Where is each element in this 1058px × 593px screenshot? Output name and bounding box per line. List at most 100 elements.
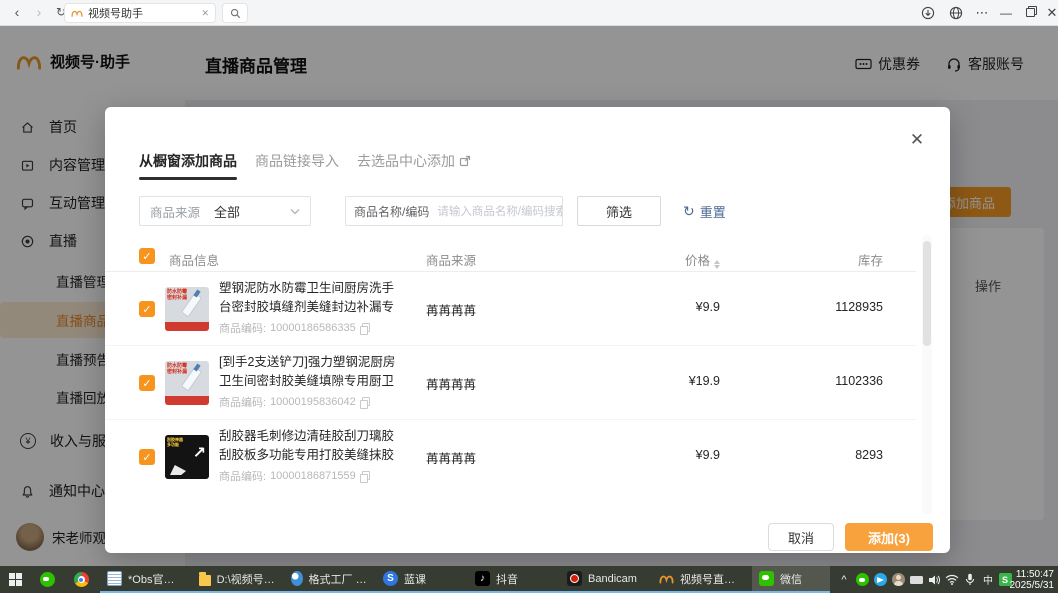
format-factory-icon [291,571,303,586]
download-icon[interactable] [916,0,940,25]
modal-close-icon[interactable]: ✕ [906,129,928,151]
copy-icon[interactable] [360,471,369,481]
search-input-label: 商品名称/编码 [346,203,429,220]
taskbar-pin-chrome[interactable] [66,566,96,593]
product-stock: 1128935 [795,300,883,314]
back-icon[interactable]: ‹ [6,1,28,23]
tab-import-by-link[interactable]: 商品链接导入 [255,151,339,171]
product-image-scraper: 刮胶神器 多功能 ↗ [165,435,209,479]
product-price: ¥9.9 [645,300,720,314]
tab-goto-selection-center[interactable]: 去选品中心添加 [357,151,471,171]
product-image-sealant: 防水防霉 密封补漏 [165,361,209,405]
tab-close-icon[interactable]: ✕ [201,8,209,19]
new-tab-search-button[interactable] [222,3,248,23]
tray-account-avatar-icon[interactable] [890,572,906,587]
product-source: 苒苒苒苒 [426,448,476,467]
product-source: 苒苒苒苒 [426,300,476,319]
taskbar-app-wechat-active[interactable]: 微信 [752,566,830,593]
clock-date: 2025/5/31 [1010,580,1055,591]
row-checkbox[interactable]: ✓ [139,301,155,317]
taskbar-app-folder[interactable]: D:\视频号直播... [192,566,284,593]
taskbar-app-lanke[interactable]: S 蓝课 [376,566,468,593]
tray-expand-chevron-icon[interactable]: ^ [836,572,852,587]
close-window-button[interactable]: ✕ [1040,0,1058,25]
col-info: 商品信息 [169,250,219,269]
tray-speaker-icon[interactable] [926,572,942,587]
price-sort-icon[interactable] [714,260,720,269]
restore-button[interactable] [1018,0,1042,25]
tray-telegram-icon[interactable] [872,572,888,587]
modal-scrollbar-thumb[interactable] [923,241,931,346]
folder-icon [199,575,211,586]
tray-ime-indicator[interactable]: 中 [980,572,996,587]
clock-time: 11:50:47 [1010,569,1055,580]
refresh-icon: ↻ [683,203,695,220]
copy-icon[interactable] [360,397,369,407]
tray-microphone-icon[interactable] [962,572,978,587]
bandicam-icon [567,571,582,586]
windows-taskbar: *Obs官网电脑... D:\视频号直播... 格式工厂 X64 ... S 蓝… [0,566,1058,593]
product-code: 商品编码: 10000195836042 [219,394,369,410]
add-product-modal: ✕ 从橱窗添加商品 商品链接导入 去选品中心添加 商品来源 全部 商品名称/编码… [105,107,950,553]
start-button[interactable] [0,566,30,593]
taskbar-app-format-factory[interactable]: 格式工厂 X64 ... [284,566,376,593]
douyin-note-icon: ♪ [475,571,490,586]
search-icon [230,8,241,19]
tab-add-from-showcase[interactable]: 从橱窗添加商品 [139,151,237,171]
product-image-sealant: 防水防霉 密封补漏 [165,287,209,331]
search-input-placeholder: 请输入商品名称/编码搜索 [437,203,562,219]
row-checkbox[interactable]: ✓ [139,449,155,465]
select-all-checkbox[interactable]: ✓ [139,248,155,264]
tray-clock[interactable]: 11:50:47 2025/5/31 [1010,569,1055,591]
taskbar-app-bandicam[interactable]: Bandicam [560,566,652,593]
browser-menu-icon[interactable]: ⋯ [970,0,994,25]
source-select-label: 商品来源 [140,202,200,221]
modal-scrollbar-track[interactable] [922,235,932,515]
active-tab-underline [139,177,237,180]
channels-favicon [71,7,83,19]
source-select-value: 全部 [214,202,240,221]
tab-title: 视频号助手 [88,5,201,21]
product-price: ¥9.9 [645,448,720,462]
channels-live-icon [659,571,674,586]
chrome-icon [74,572,89,587]
tray-wechat-icon[interactable] [854,572,870,587]
source-select[interactable]: 商品来源 全部 [139,196,311,226]
browser-tab[interactable]: 视频号助手 ✕ [64,3,216,23]
taskbar-app-channels-live[interactable]: 视频号直播伴侣 [652,566,752,593]
row-checkbox[interactable]: ✓ [139,375,155,391]
product-code: 商品编码: 10000186586335 [219,320,369,336]
product-name: 塑钢泥防水防霉卫生间厨房洗手台密封胶填缝剂美缝封边补漏专用胶150ml... [219,279,401,317]
forward-icon[interactable]: › [28,1,50,23]
notepad-icon [107,571,122,586]
product-stock: 8293 [795,448,883,462]
col-source: 商品来源 [426,250,476,269]
minimize-button[interactable]: — [994,0,1018,25]
copy-icon[interactable] [360,323,369,333]
taskbar-app-obs-notes[interactable]: *Obs官网电脑... [100,566,192,593]
product-name: 刮胶器毛刺修边清硅胶刮刀璃胶刮胶板多功能专用打胶美缝抹胶神器 [219,427,401,465]
product-price: ¥19.9 [645,374,720,388]
col-price[interactable]: 价格 [645,250,720,269]
external-link-icon [459,155,471,167]
taskbar-app-douyin[interactable]: ♪ 抖音 [468,566,560,593]
product-row[interactable]: ✓ 防水防霉 密封补漏 [到手2支送铲刀]强力塑钢泥厨房卫生间密封胶美缝填隙专用… [105,346,916,420]
cancel-button[interactable]: 取消 [768,523,834,551]
product-row[interactable]: ✓ 防水防霉 密封补漏 塑钢泥防水防霉卫生间厨房洗手台密封胶填缝剂美缝封边补漏专… [105,272,916,346]
search-input[interactable]: 商品名称/编码 请输入商品名称/编码搜索 [345,196,563,226]
product-row[interactable]: ✓ 刮胶神器 多功能 ↗ 刮胶器毛刺修边清硅胶刮刀璃胶刮胶板多功能专用打胶美缝抹… [105,420,916,494]
tray-device-icon[interactable] [908,572,924,587]
reset-button[interactable]: ↻ 重置 [683,202,726,221]
wechat-icon [40,572,55,587]
product-name: [到手2支送铲刀]强力塑钢泥厨房卫生间密封胶美缝填隙专用厨卫密封胶150M... [219,353,401,391]
windows-logo-icon [9,573,22,586]
globe-icon[interactable] [944,0,968,25]
filter-button[interactable]: 筛选 [577,196,661,226]
browser-titlebar: ‹ › ↻ 视频号助手 ✕ ⋯ — ✕ [0,0,1058,26]
screen: ‹ › ↻ 视频号助手 ✕ ⋯ — ✕ 视频号·助手 直播商品管理 优惠券 [0,0,1058,593]
tray-wifi-icon[interactable] [944,572,960,587]
taskbar-pin-wechat[interactable] [32,566,62,593]
col-stock: 库存 [795,250,883,269]
confirm-add-button[interactable]: 添加(3) [845,523,933,551]
product-source: 苒苒苒苒 [426,374,476,393]
